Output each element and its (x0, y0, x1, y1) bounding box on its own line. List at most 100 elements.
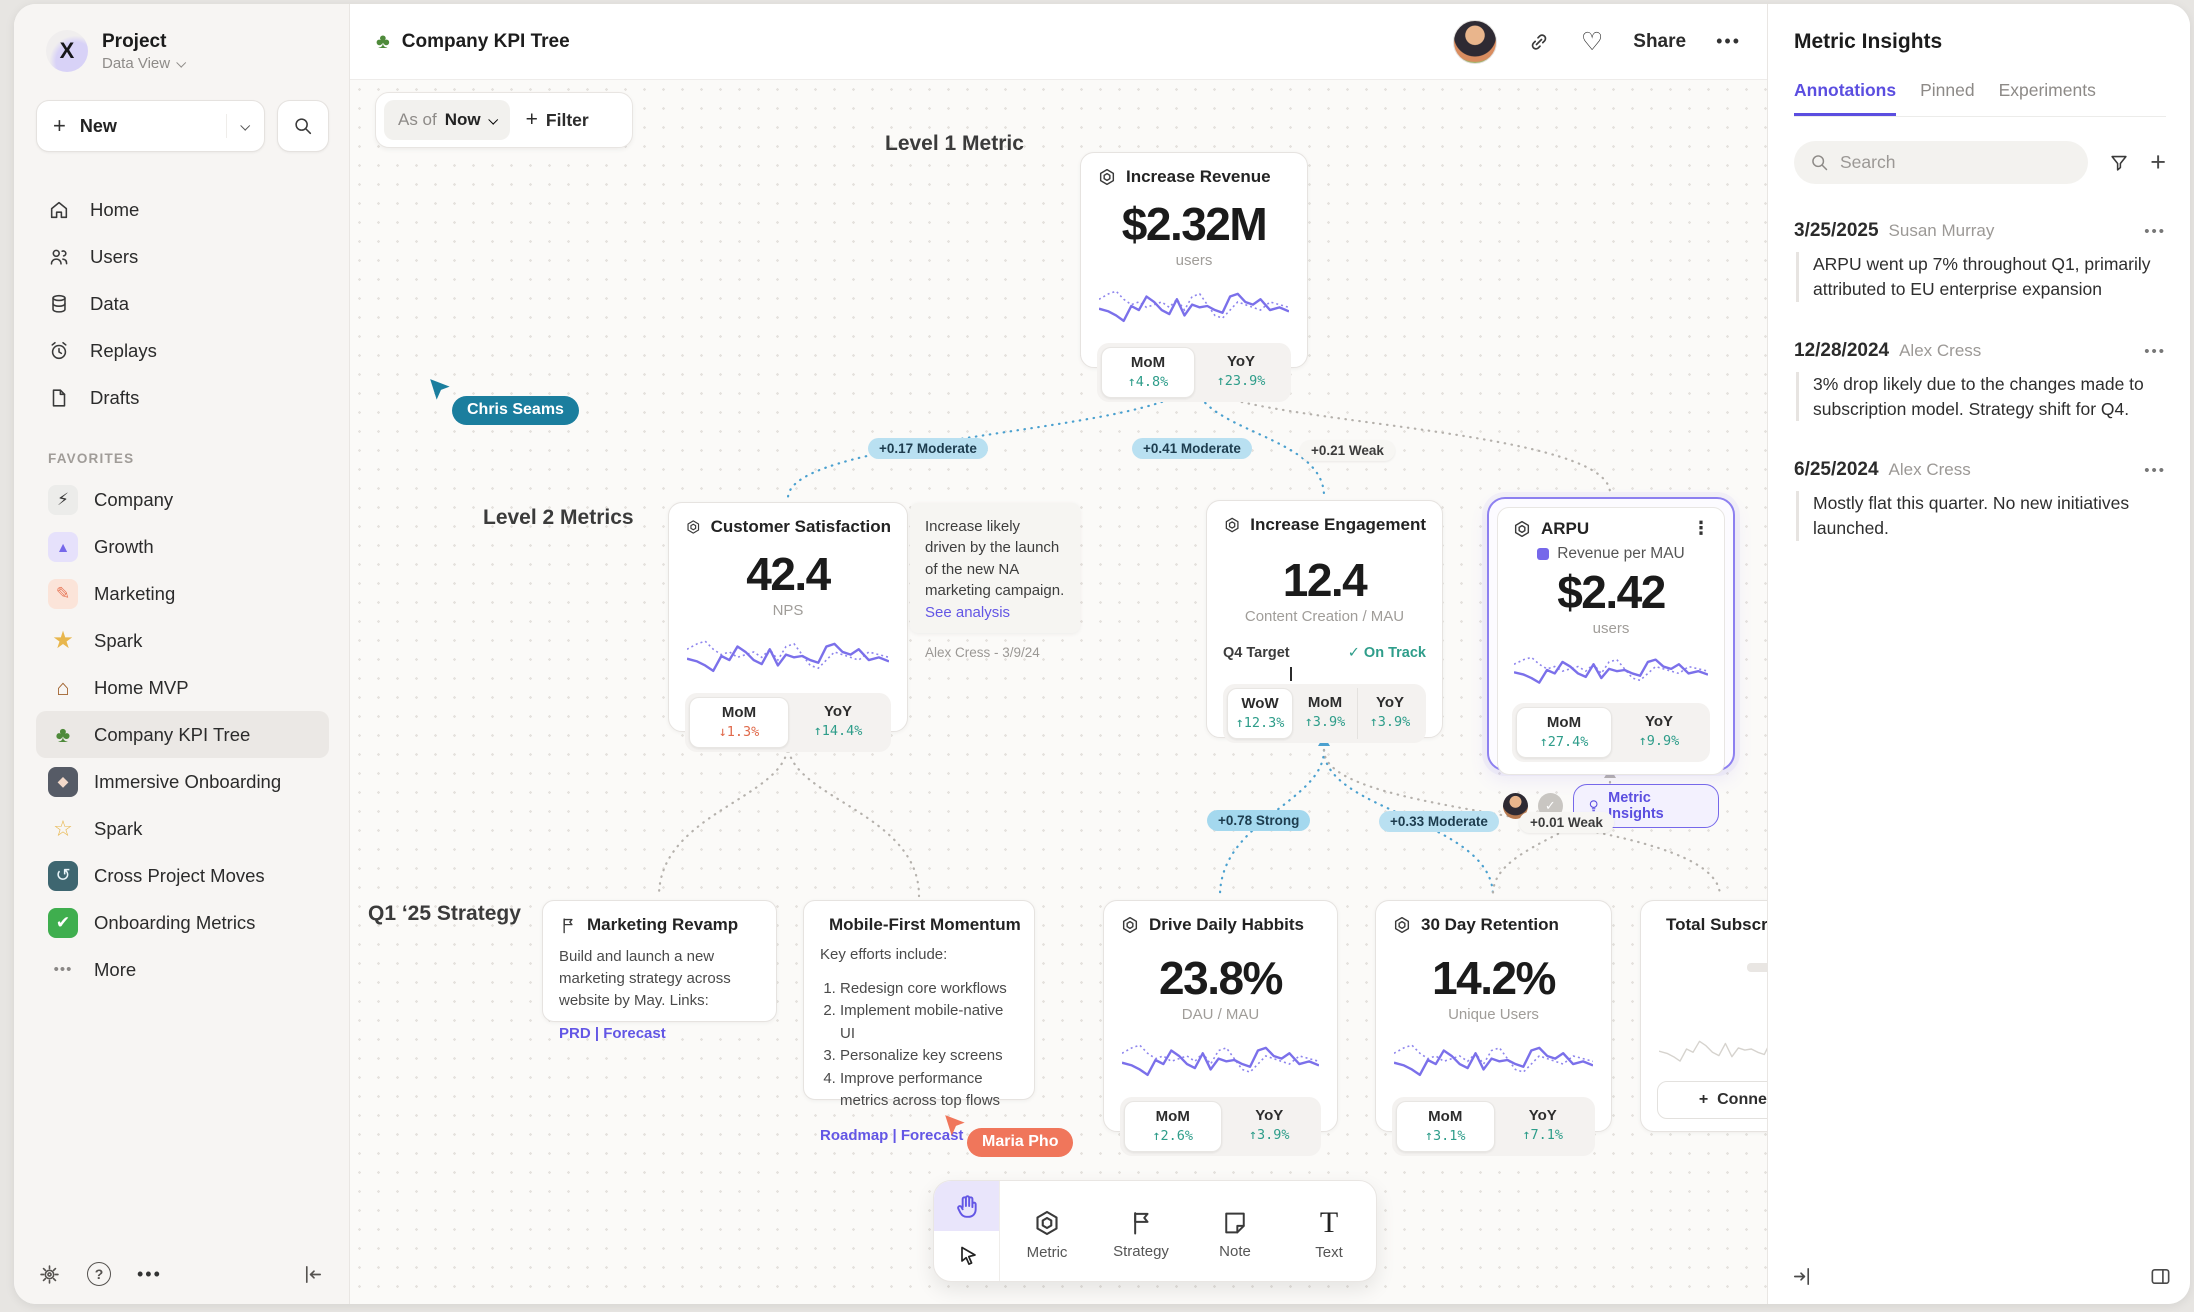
correlation-badge: +0.01 Weak (1519, 812, 1614, 833)
favorites-label: FAVORITES (48, 451, 329, 466)
strategy-card-marketing-revamp[interactable]: Marketing Revamp Build and launch a new … (542, 900, 777, 1022)
sidebar-nav: Home Users Data Replays Drafts (36, 186, 329, 421)
collaborator-cursor-icon (943, 1114, 969, 1140)
collaborator-cursor-maria: Maria Pho (967, 1128, 1073, 1157)
note-card[interactable]: Increase likely driven by the launch of … (910, 503, 1080, 633)
see-analysis-link[interactable]: See analysis (925, 602, 1065, 623)
sidebar-item-home[interactable]: Home (36, 186, 329, 233)
users-icon (48, 246, 70, 268)
annotation-more-icon[interactable]: ••• (2144, 462, 2166, 479)
strategy-card-mobile-first[interactable]: Mobile-First Momentum Key efforts includ… (803, 900, 1035, 1100)
metric-card-total-subscriptions[interactable]: Total Subscriptions + Connect (1640, 900, 1767, 1132)
collapse-panel-icon[interactable] (1790, 1265, 1813, 1288)
sidebar-item-marketing[interactable]: ✎ Marketing (36, 570, 329, 617)
tab-experiments[interactable]: Experiments (1999, 80, 2096, 116)
as-of-selector[interactable]: As of Now (384, 100, 510, 140)
note-icon (1221, 1209, 1249, 1237)
kebab-menu-icon[interactable]: ⋮ (1692, 518, 1710, 539)
hand-tool-button[interactable] (934, 1181, 999, 1231)
annotation-more-icon[interactable]: ••• (2144, 223, 2166, 240)
sidebar-item-immersive-onboarding[interactable]: ◆ Immersive Onboarding (36, 758, 329, 805)
sidebar-item-company-kpi-tree[interactable]: ♣ Company KPI Tree (36, 711, 329, 758)
project-switcher[interactable]: X Project Data View (46, 30, 329, 72)
collapse-sidebar-icon[interactable] (302, 1263, 325, 1286)
chevron-down-icon (488, 114, 498, 124)
strategy-tool-button[interactable]: Strategy (1094, 1181, 1188, 1281)
add-annotation-icon[interactable]: + (2150, 149, 2166, 176)
house-icon: ⌂ (48, 673, 78, 703)
favorite-heart-icon[interactable]: ♡ (1581, 27, 1603, 57)
correlation-badge: +0.21 Weak (1300, 440, 1395, 461)
text-tool-button[interactable]: T Text (1282, 1181, 1376, 1281)
scribble-icon: ✎ (48, 579, 78, 609)
metric-card-30-day-retention[interactable]: 30 Day Retention 14.2% Unique Users MoM↑… (1375, 900, 1612, 1132)
tab-annotations[interactable]: Annotations (1794, 80, 1896, 116)
sidebar-item-spark[interactable]: ★ Spark (36, 617, 329, 664)
connect-data-button[interactable]: + Connect (1657, 1081, 1767, 1119)
stat-footer: MoM↑3.1% YoY↑7.1% (1392, 1097, 1595, 1156)
new-dropdown[interactable] (226, 114, 248, 138)
cursor-icon (955, 1244, 979, 1268)
select-cursor-tool-button[interactable] (934, 1231, 999, 1281)
settings-gear-icon[interactable] (38, 1263, 61, 1286)
sidebar-item-drafts[interactable]: Drafts (36, 374, 329, 421)
strategy-effort-list: Redesign core workflows Implement mobile… (840, 978, 1018, 1113)
more-options-icon[interactable]: ••• (137, 1264, 162, 1285)
correlation-badge: +0.78 Strong (1207, 810, 1310, 831)
new-button[interactable]: + New (36, 100, 265, 152)
metric-card-drive-daily-habbits[interactable]: Drive Daily Habbits 23.8% DAU / MAU MoM↑… (1103, 900, 1338, 1132)
sidebar-search-button[interactable] (277, 100, 329, 152)
copy-link-icon[interactable] (1527, 30, 1551, 54)
annotations-search (1794, 141, 2088, 184)
collaborator-cursor-icon (428, 378, 454, 404)
metric-hexagon-icon (1097, 167, 1117, 187)
sparkline-chart (1514, 647, 1708, 693)
sidebar-item-home-mvp[interactable]: ⌂ Home MVP (36, 664, 329, 711)
sidebar-item-onboarding-metrics[interactable]: ✔ Onboarding Metrics (36, 899, 329, 946)
sidebar-item-users[interactable]: Users (36, 233, 329, 280)
filter-button[interactable]: + Filter (514, 108, 601, 132)
sparkline-chart (1122, 1033, 1319, 1087)
draft-file-icon (48, 387, 70, 409)
metric-tool-button[interactable]: Metric (1000, 1181, 1094, 1281)
metric-card-arpu[interactable]: ARPU ⋮ Revenue per MAU $2.42 users MoM↑2… (1487, 497, 1735, 771)
annotation-item[interactable]: 12/28/2024 Alex Cress ••• 3% drop likely… (1794, 340, 2166, 422)
project-view-selector[interactable]: Data View (102, 55, 184, 72)
metric-card-increase-revenue[interactable]: Increase Revenue $2.32M users MoM↑4.8% Y… (1080, 152, 1308, 368)
panel-title: Metric Insights (1794, 30, 2166, 54)
strategy-flag-icon (1127, 1209, 1155, 1237)
layout-panel-icon[interactable] (2149, 1265, 2172, 1288)
search-input[interactable] (1794, 141, 2088, 184)
board-more-icon[interactable]: ••• (1716, 31, 1741, 52)
level1-label: Level 1 Metric (885, 132, 1024, 156)
share-button[interactable]: Share (1633, 31, 1686, 53)
sidebar-item-more[interactable]: ••• More (36, 946, 329, 993)
strategy-links[interactable]: PRD | Forecast (559, 1025, 760, 1042)
note-byline: Alex Cress - 3/9/24 (925, 643, 1065, 662)
metric-card-customer-satisfaction[interactable]: Customer Satisfaction 42.4 NPS MoM↓1.3% … (668, 502, 908, 732)
sparkline-chart (1394, 1033, 1593, 1087)
sidebar-item-cross-project-moves[interactable]: ↺ Cross Project Moves (36, 852, 329, 899)
annotation-item[interactable]: 3/25/2025 Susan Murray ••• ARPU went up … (1794, 220, 2166, 302)
search-icon (292, 115, 314, 137)
metric-unit: users (1512, 620, 1710, 637)
metric-hexagon-icon (1120, 915, 1140, 935)
metric-card-increase-engagement[interactable]: Increase Engagement 12.4 Content Creatio… (1206, 500, 1443, 738)
annotation-item[interactable]: 6/25/2024 Alex Cress ••• Mostly flat thi… (1794, 459, 2166, 541)
sidebar-item-data[interactable]: Data (36, 280, 329, 327)
sidebar-item-replays[interactable]: Replays (36, 327, 329, 374)
sidebar-item-growth[interactable]: ▲ Growth (36, 523, 329, 570)
help-icon[interactable]: ? (87, 1262, 111, 1286)
annotation-more-icon[interactable]: ••• (2144, 343, 2166, 360)
ellipsis-icon: ••• (48, 955, 78, 985)
note-tool-button[interactable]: Note (1188, 1181, 1282, 1281)
hand-icon (954, 1193, 980, 1219)
correlation-badge: +0.41 Moderate (1132, 438, 1252, 459)
sidebar-item-spark-2[interactable]: ☆ Spark (36, 805, 329, 852)
tab-pinned[interactable]: Pinned (1920, 80, 1975, 116)
sidebar-item-company[interactable]: ⚡ Company (36, 476, 329, 523)
filter-funnel-icon[interactable] (2108, 152, 2130, 174)
collaborator-cursor-chris: Chris Seams (452, 396, 579, 425)
kpi-canvas[interactable]: As of Now + Filter Level 1 Metric Level … (350, 80, 1767, 1304)
user-avatar[interactable] (1453, 20, 1497, 64)
